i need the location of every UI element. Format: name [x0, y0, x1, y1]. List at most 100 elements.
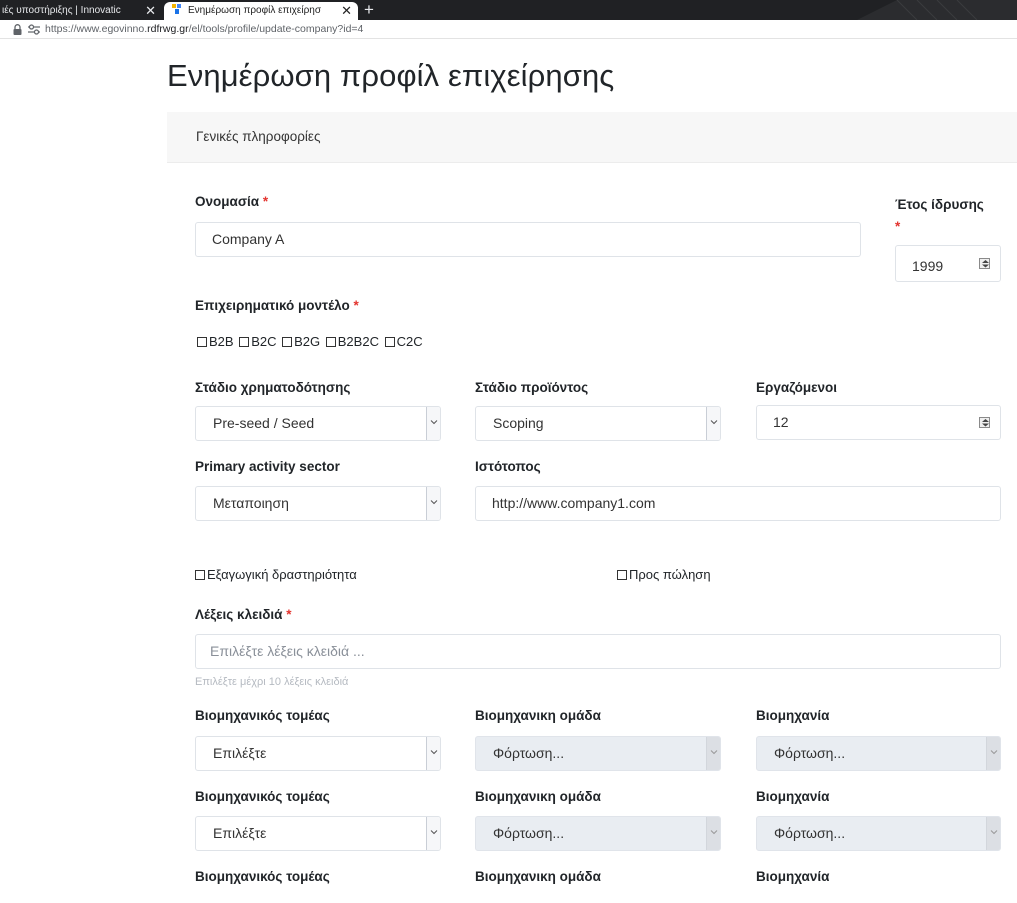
checkbox-b2b-label: B2B [209, 334, 234, 349]
industry-sector-select[interactable]: Επιλέξτε [195, 816, 441, 851]
keywords-hint: Επιλέξτε μέχρι 10 λέξεις κλειδιά [195, 676, 349, 688]
primary-sector-value: Μεταποιηση [213, 495, 289, 511]
checkbox-b2c-label: B2C [251, 334, 277, 349]
name-label: Ονομασία * [195, 194, 268, 209]
chevron-down-icon [986, 817, 1000, 850]
industry-sector-value: Επιλέξτε [213, 825, 267, 841]
industry-label: Βιομηχανία [756, 869, 830, 884]
industry-sector-label: Βιομηχανικός τομέας [195, 789, 330, 804]
section-header-label: Γενικές πληροφορίες [196, 129, 321, 144]
website-input[interactable]: http://www.company1.com [475, 486, 1001, 521]
for-sale-label: Προς πώληση [629, 567, 711, 582]
product-stage-label: Στάδιο προϊόντος [475, 380, 589, 395]
employees-stepper[interactable]: 12 [756, 405, 1001, 440]
funding-stage-select[interactable]: Pre-seed / Seed [195, 406, 441, 441]
checkbox-b2g-label: B2G [294, 334, 321, 349]
funding-stage-value: Pre-seed / Seed [213, 415, 315, 431]
export-activity-option: Εξαγωγική δραστηριότητα [195, 567, 357, 582]
industry-group-label: Βιομηχανικη ομάδα [475, 789, 601, 804]
industry-value: Φόρτωση... [774, 745, 846, 761]
chevron-down-icon[interactable] [426, 407, 440, 440]
chevron-down-icon[interactable] [706, 407, 720, 440]
website-label: Ιστότοπος [475, 459, 541, 474]
primary-sector-select[interactable]: Μεταποιηση [195, 486, 441, 521]
chevron-down-icon [706, 737, 720, 770]
industry-select[interactable]: Φόρτωση... [756, 736, 1001, 771]
window-decoration [857, 0, 1017, 20]
url-prefix: https://www.egovinno. [45, 23, 148, 35]
browser-tab-active[interactable]: Ενημέρωση προφίλ επιχείρησ ✕ [164, 2, 358, 20]
industry-group-select[interactable]: Φόρτωση... [475, 736, 721, 771]
checkbox-b2b2c[interactable] [325, 337, 336, 347]
industry-sector-value: Επιλέξτε [213, 745, 267, 761]
spinner-arrows-icon[interactable] [979, 258, 990, 269]
checkbox-b2b[interactable] [197, 337, 207, 347]
plus-icon[interactable]: + [364, 1, 374, 18]
keywords-label-text: Λέξεις κλειδιά [195, 607, 283, 622]
section-header: Γενικές πληροφορίες [167, 112, 1017, 163]
employees-label: Εργαζόμενοι [756, 380, 838, 395]
page-title: Ενημέρωση προφίλ επιχείρησης [167, 58, 615, 93]
url-domain: rdfrwg.gr [147, 23, 189, 35]
chevron-down-icon [706, 817, 720, 850]
tab-title: Ενημέρωση προφίλ επιχείρησ [188, 5, 322, 16]
industry-sector-select[interactable]: Επιλέξτε [195, 736, 441, 771]
for-sale-option: Προς πώληση [617, 567, 711, 582]
chevron-down-icon[interactable] [426, 737, 440, 770]
lock-icon [13, 24, 22, 35]
spinner-arrows-icon[interactable] [979, 417, 990, 428]
close-icon[interactable]: ✕ [341, 2, 352, 20]
funding-stage-label: Στάδιο χρηματοδότησης [195, 380, 351, 395]
employees-value: 12 [773, 414, 789, 430]
product-stage-value: Scoping [493, 415, 544, 431]
required-mark: * [262, 194, 269, 209]
checkbox-c2c[interactable] [384, 337, 395, 347]
browser-tab-inactive[interactable]: ιές υποστήριξης | Innovatic ✕ [0, 2, 162, 20]
founded-label-text: Έτος ίδρυσης [895, 197, 984, 212]
business-model-label: Επιχειρηματικό μοντέλο * [195, 298, 359, 313]
business-model-label-text: Επιχειρηματικό μοντέλο [195, 298, 350, 313]
industry-group-select[interactable]: Φόρτωση... [475, 816, 721, 851]
industry-select[interactable]: Φόρτωση... [756, 816, 1001, 851]
industry-sector-label: Βιομηχανικός τομέας [195, 708, 330, 723]
industry-group-label: Βιομηχανικη ομάδα [475, 708, 601, 723]
industry-label: Βιομηχανία [756, 708, 830, 723]
company-name-input[interactable]: Company A [195, 222, 861, 257]
checkbox-b2g[interactable] [282, 337, 293, 347]
required-mark: * [286, 607, 292, 622]
close-icon[interactable]: ✕ [145, 2, 156, 20]
address-bar[interactable]: https://www.egovinno.rdfrwg.gr/el/tools/… [0, 20, 1017, 39]
industry-group-value: Φόρτωση... [493, 825, 565, 841]
industry-group-value: Φόρτωση... [493, 745, 565, 761]
browser-tab-bar: ιές υποστήριξης | Innovatic ✕ Ενημέρωση … [0, 0, 1017, 20]
chevron-down-icon[interactable] [426, 817, 440, 850]
url-text: https://www.egovinno.rdfrwg.gr/el/tools/… [45, 20, 363, 39]
checkbox-b2c[interactable] [239, 337, 250, 347]
product-stage-select[interactable]: Scoping [475, 406, 721, 441]
founded-year-value: 1999 [912, 258, 944, 274]
industry-label: Βιομηχανία [756, 789, 830, 804]
url-path: /el/tools/profile/update-company?id=4 [188, 23, 364, 35]
founded-label: Έτος ίδρυσης * [895, 194, 1005, 238]
name-label-text: Ονομασία [195, 194, 260, 209]
tab-title: ιές υποστήριξης | Innovatic [2, 5, 121, 16]
keywords-label: Λέξεις κλειδιά * [195, 607, 292, 622]
checkbox-for-sale[interactable] [617, 570, 627, 580]
required-mark: * [895, 219, 901, 234]
tune-icon[interactable] [28, 24, 40, 35]
industry-sector-label: Βιομηχανικός τομέας [195, 869, 330, 884]
checkbox-b2b2c-label: B2B2C [337, 334, 379, 349]
industry-value: Φόρτωση... [774, 825, 846, 841]
business-model-options: B2B B2C B2G B2B2C C2C [197, 334, 425, 349]
checkbox-export-activity[interactable] [195, 570, 205, 580]
export-activity-label: Εξαγωγική δραστηριότητα [207, 567, 357, 582]
chevron-down-icon [986, 737, 1000, 770]
favicon-icon [172, 4, 181, 14]
primary-sector-label: Primary activity sector [195, 459, 340, 474]
required-mark: * [353, 298, 359, 313]
industry-group-label: Βιομηχανικη ομάδα [475, 869, 601, 884]
chevron-down-icon[interactable] [426, 487, 440, 520]
founded-year-stepper[interactable]: 1999 [895, 245, 1001, 282]
keywords-input[interactable]: Επιλέξτε λέξεις κλειδιά ... [195, 634, 1001, 669]
checkbox-c2c-label: C2C [396, 334, 423, 349]
